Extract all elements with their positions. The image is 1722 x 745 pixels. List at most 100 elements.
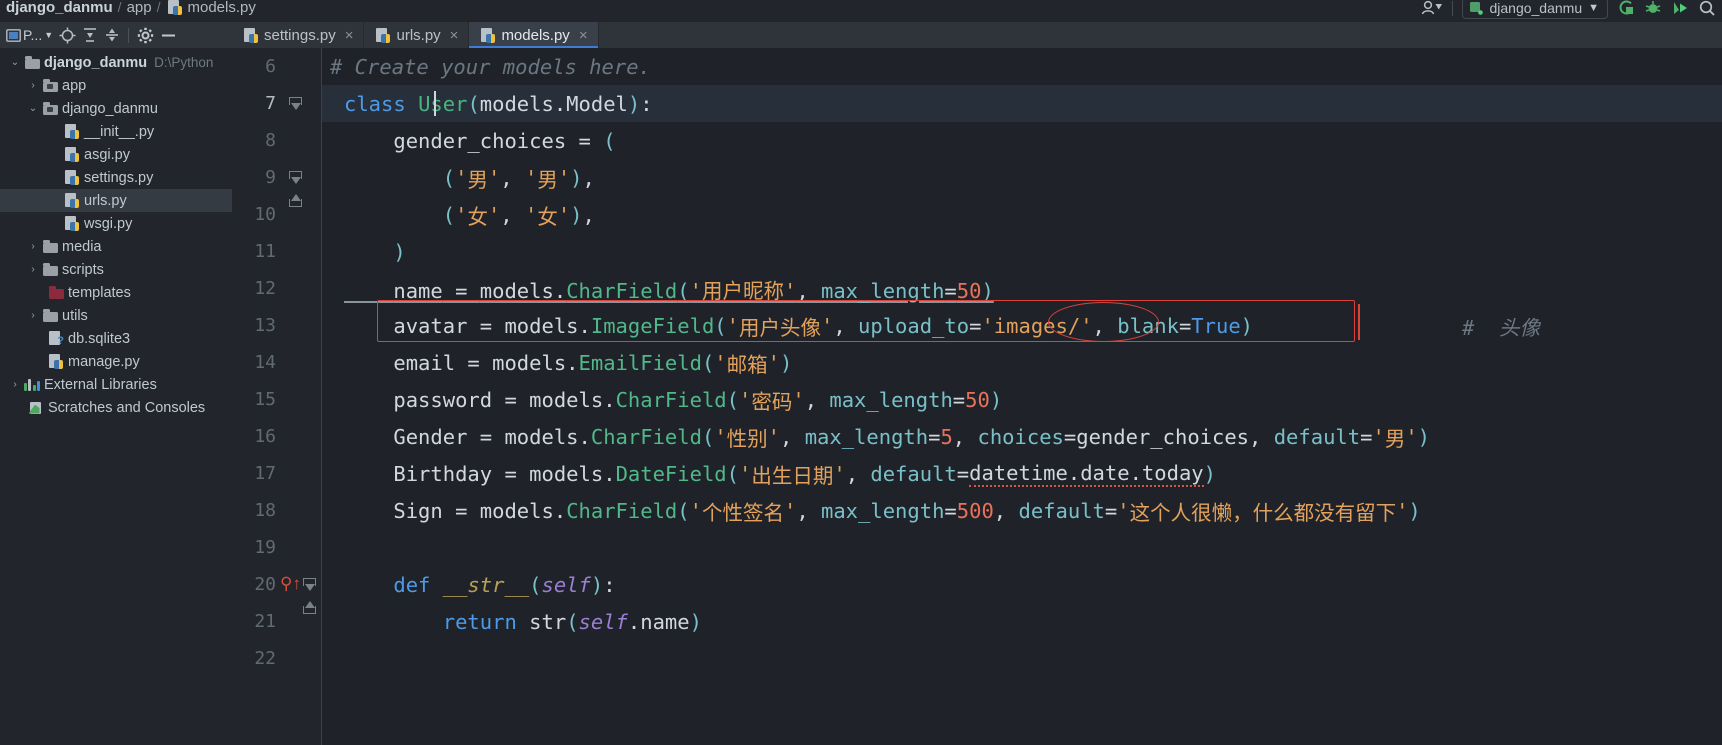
chevron-right-icon[interactable]: ›: [26, 310, 40, 321]
tree-row-templates[interactable]: templates: [0, 281, 232, 304]
python-file-icon: [168, 0, 183, 15]
chevron-down-icon[interactable]: ⌄: [8, 57, 22, 68]
code-line-18: Sign = models. CharField(' 个性签名 ', max_leng…: [393, 498, 1421, 525]
folder-icon: [40, 263, 60, 276]
tree-row-django-danmu-pkg[interactable]: ⌄ django_danmu: [0, 97, 232, 120]
code-line-9: (' 男 ', ' 男 '),: [442, 165, 595, 192]
text-caret: [434, 91, 436, 116]
run-method-icon[interactable]: ⚲↑: [280, 575, 301, 592]
code-line-12: name = models.CharField('用户昵称', max_leng…: [393, 278, 994, 303]
breadcrumb-folder[interactable]: app: [127, 0, 152, 16]
tab-urls-py[interactable]: urls.py ×: [364, 22, 470, 48]
tree-row-label: Scratches and Consoles: [48, 399, 206, 416]
folder-source-icon: [40, 102, 60, 115]
chevron-right-icon[interactable]: ›: [26, 264, 40, 275]
tree-row-label: asgi.py: [84, 146, 130, 163]
locate-icon[interactable]: [57, 24, 78, 46]
breadcrumb-separator: /: [156, 0, 161, 15]
tree-row-label: templates: [68, 284, 131, 301]
project-view-selector[interactable]: P... ▼: [4, 24, 55, 46]
tab-settings-py[interactable]: settings.py ×: [232, 22, 365, 48]
close-icon[interactable]: ×: [345, 27, 354, 44]
tree-row-init-py[interactable]: __init__.py: [0, 120, 232, 143]
tree-row-label: manage.py: [68, 353, 140, 370]
tree-row-django-danmu-root[interactable]: ⌄ django_danmu D:\Python: [0, 51, 232, 74]
chevron-down-icon[interactable]: ⌄: [26, 103, 40, 114]
tree-row-external-libraries[interactable]: › External Libraries: [0, 373, 232, 396]
chevron-right-icon[interactable]: ›: [8, 379, 22, 390]
gutter-line-20: 20 ⚲↑: [254, 574, 301, 595]
chevron-right-icon[interactable]: ›: [26, 241, 40, 252]
debug-icon[interactable]: [1644, 0, 1662, 17]
tree-row-urls-py[interactable]: urls.py: [0, 189, 232, 212]
code-line-11: ): [393, 239, 406, 264]
tree-row-label: db.sqlite3: [68, 330, 131, 347]
code-line-13-comment: # 头像: [1462, 315, 1541, 340]
breadcrumb-bar: django_danmu / app / models.py django_da…: [0, 0, 1722, 22]
gutter-line-16: 16: [254, 426, 276, 447]
code-content[interactable]: # Create your models here. class User(mo…: [322, 48, 1722, 745]
code-editor[interactable]: 6 7 8 9 10 11 12 13 14 15 16 17 18 19 20…: [232, 48, 1722, 745]
unknown-file-icon: ?: [46, 331, 66, 347]
code-line-15: password = models. CharField(' 密码 ', max_le…: [393, 387, 1003, 414]
breadcrumb-separator: /: [117, 0, 122, 15]
tree-row-db-sqlite3[interactable]: ? db.sqlite3: [0, 327, 232, 350]
chevron-down-icon: ▼: [1588, 2, 1599, 14]
python-file-icon: [62, 216, 82, 231]
tree-row-media[interactable]: › media: [0, 235, 232, 258]
tree-row-utils[interactable]: › utils: [0, 304, 232, 327]
search-icon[interactable]: [1698, 0, 1716, 17]
breadcrumb-file[interactable]: models.py: [187, 0, 255, 16]
python-file-icon: [376, 27, 391, 43]
run-icon[interactable]: [1671, 0, 1689, 17]
python-file-icon: [62, 124, 82, 139]
gutter-line-18: 18: [254, 500, 276, 521]
avatar-icon[interactable]: [1421, 0, 1443, 16]
tree-row-asgi-py[interactable]: asgi.py: [0, 143, 232, 166]
breadcrumb[interactable]: django_danmu / app / models.py: [6, 0, 256, 19]
folder-template-icon: [46, 286, 66, 299]
tree-row-path: D:\Python: [154, 55, 214, 70]
tab-label: settings.py: [264, 26, 336, 44]
code-line-6: # Create your models here.: [330, 54, 651, 79]
gutter-line-13: 13: [254, 315, 276, 336]
folder-icon: [40, 240, 60, 253]
tree-row-label: urls.py: [84, 192, 127, 209]
tree-row-label: app: [62, 77, 87, 94]
tree-row-label: django_danmu: [62, 100, 158, 117]
gutter-line-19: 19: [254, 537, 276, 558]
code-line-8: gender_choices = (: [393, 128, 616, 153]
coverage-icon[interactable]: [1617, 0, 1635, 17]
gutter-line-9: 9: [265, 167, 276, 188]
editor-gutter[interactable]: 6 7 8 9 10 11 12 13 14 15 16 17 18 19 20…: [232, 48, 322, 745]
python-file-icon: [244, 27, 258, 43]
code-line-10: (' 女 ', ' 女 '),: [442, 202, 595, 229]
pycharm-window: django_danmu / app / models.py django_da…: [0, 0, 1722, 745]
tree-row-wsgi-py[interactable]: wsgi.py: [0, 212, 232, 235]
run-configuration-selector[interactable]: django_danmu ▼: [1462, 0, 1608, 19]
chevron-down-icon: ▼: [44, 30, 54, 40]
tab-models-py[interactable]: models.py ×: [469, 22, 599, 48]
breadcrumb-project[interactable]: django_danmu: [6, 0, 113, 16]
settings-gear-icon[interactable]: [135, 24, 156, 46]
python-file-icon: [46, 354, 66, 369]
tree-row-app[interactable]: › app: [0, 74, 232, 97]
tree-row-label: settings.py: [84, 169, 154, 186]
scratch-icon: [26, 401, 46, 415]
tree-row-settings-py[interactable]: settings.py: [0, 166, 232, 189]
close-icon[interactable]: ×: [450, 27, 459, 44]
folder-source-icon: [40, 79, 60, 92]
gutter-line-14: 14: [254, 352, 276, 373]
chevron-right-icon[interactable]: ›: [26, 80, 40, 91]
tree-row-manage-py[interactable]: manage.py: [0, 350, 232, 373]
tree-row-label: scripts: [62, 261, 104, 278]
tree-row-scratches-and-consoles[interactable]: Scratches and Consoles: [0, 396, 232, 419]
expand-all-icon[interactable]: [80, 24, 100, 46]
collapse-all-icon[interactable]: [102, 24, 122, 46]
gutter-line-8: 8: [265, 130, 276, 151]
project-tree[interactable]: ⌄ django_danmu D:\Python › app ⌄ django_…: [0, 48, 232, 745]
close-icon[interactable]: ×: [579, 27, 588, 44]
hide-panel-icon[interactable]: [158, 24, 179, 46]
tree-row-scripts[interactable]: › scripts: [0, 258, 232, 281]
django-config-icon: [1470, 2, 1484, 15]
